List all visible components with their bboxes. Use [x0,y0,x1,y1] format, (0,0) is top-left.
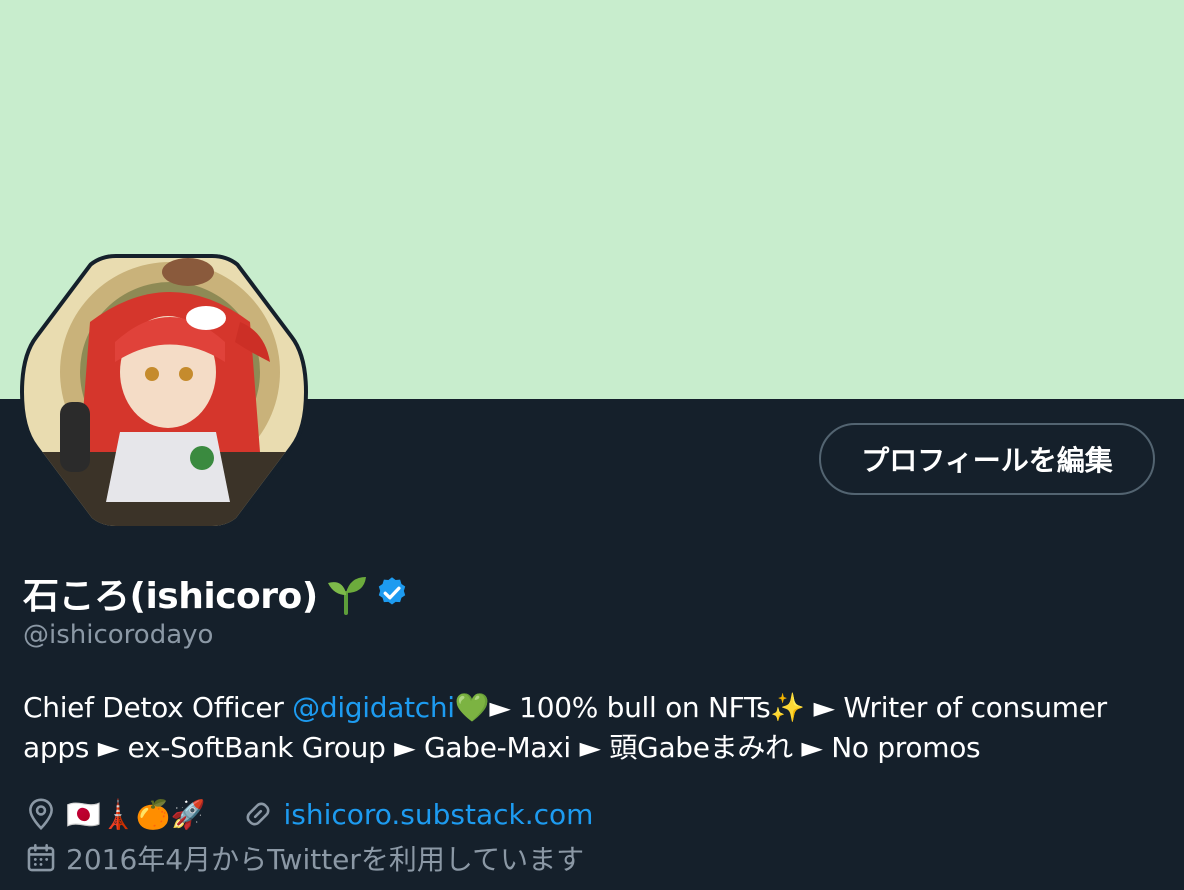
website-link[interactable]: ishicoro.substack.com [283,798,593,831]
joined-date: 2016年4月からTwitterを利用しています [66,843,585,876]
avatar-image [20,254,308,530]
avatar[interactable] [20,252,308,532]
link-icon [241,797,275,831]
bio-mention-link[interactable]: @digidatchi [292,691,455,724]
edit-profile-button[interactable]: プロフィールを編集 [819,423,1155,495]
location-emojis: 🇯🇵🗼🍊🚀 [66,797,206,831]
profile-meta-row-1: 🇯🇵🗼🍊🚀 ishicoro.substack.com [24,794,593,834]
profile-bio: Chief Detox Officer @digidatchi💚► 100% b… [23,688,1153,768]
calendar-icon [24,841,58,875]
profile-meta-row-2: 2016年4月からTwitterを利用しています [24,838,584,878]
profile-name-row: 石ころ(ishicoro) [23,568,410,618]
profile-handle: @ishicorodayo [23,620,214,650]
verified-badge-icon[interactable] [374,575,410,611]
seedling-emoji-icon [324,571,368,615]
bio-text-1: Chief Detox Officer [23,691,293,724]
map-pin-icon [24,797,58,831]
display-name: 石ころ(ishicoro) [23,576,318,617]
